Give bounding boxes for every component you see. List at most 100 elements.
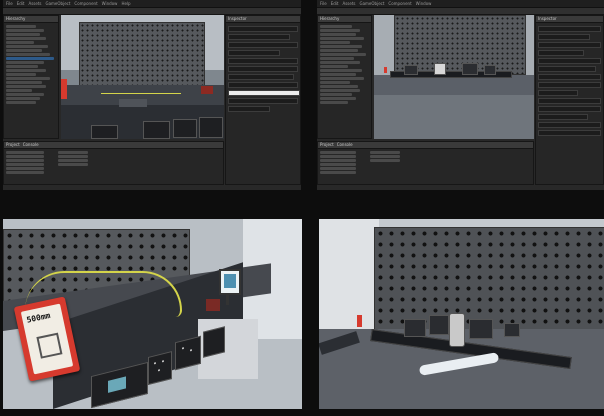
inspector-field[interactable] <box>538 26 601 32</box>
knob[interactable] <box>154 361 156 365</box>
menu-assets[interactable]: Assets <box>342 0 355 7</box>
hierarchy-tab[interactable]: Hierarchy <box>320 16 339 22</box>
red-device[interactable] <box>206 299 220 311</box>
menu-gameobject[interactable]: GameObject <box>359 0 384 7</box>
scene-viewport[interactable] <box>374 15 534 139</box>
monitor[interactable] <box>219 269 241 295</box>
knob[interactable] <box>182 346 184 350</box>
hierarchy-row[interactable] <box>6 53 50 56</box>
inspector-field[interactable] <box>538 66 596 72</box>
inspector-field[interactable] <box>538 42 601 48</box>
hierarchy-row[interactable] <box>6 29 44 32</box>
game-viewport[interactable]: 500mm <box>3 219 302 409</box>
hierarchy-row[interactable] <box>6 97 40 100</box>
inspector-field[interactable] <box>538 90 578 96</box>
hierarchy-row[interactable] <box>6 69 46 72</box>
project-file[interactable] <box>370 155 400 158</box>
menu-component[interactable]: Component <box>388 0 411 7</box>
game-view-bottom-left[interactable]: 500mm <box>3 219 302 409</box>
menu-gameobject[interactable]: GameObject <box>45 0 70 7</box>
hierarchy-row[interactable] <box>320 93 352 96</box>
inspector-field[interactable] <box>228 106 270 112</box>
menu-window[interactable]: Window <box>102 0 118 7</box>
inspector-tab[interactable]: Inspector <box>228 16 247 22</box>
knob[interactable] <box>162 360 164 363</box>
menu-edit[interactable]: Edit <box>17 0 25 7</box>
hierarchy-row[interactable] <box>6 49 42 52</box>
inspector-field[interactable] <box>538 58 601 64</box>
hierarchy-row[interactable] <box>6 61 44 64</box>
inspector-field[interactable] <box>538 106 601 112</box>
hierarchy-row[interactable] <box>6 81 42 84</box>
project-file[interactable] <box>370 151 400 154</box>
project-folder[interactable] <box>320 159 356 162</box>
project-file[interactable] <box>58 151 88 154</box>
hierarchy-row[interactable] <box>320 65 348 68</box>
project-folder[interactable] <box>320 151 356 154</box>
hierarchy-row[interactable] <box>6 65 38 68</box>
project-folder[interactable] <box>320 163 356 166</box>
optical-mount[interactable] <box>504 323 520 337</box>
project-folder[interactable] <box>320 171 356 174</box>
hierarchy-row[interactable] <box>320 81 350 84</box>
menu-help[interactable]: Help <box>121 0 130 7</box>
inspector-field[interactable] <box>538 50 584 56</box>
project-folder[interactable] <box>320 167 356 170</box>
project-folder[interactable] <box>6 167 44 170</box>
inspector-field[interactable] <box>228 58 298 64</box>
menu-assets[interactable]: Assets <box>28 0 41 7</box>
optical-mount[interactable] <box>469 319 493 339</box>
hierarchy-row[interactable] <box>320 25 352 28</box>
project-folder[interactable] <box>320 155 356 158</box>
inspector-field-highlight[interactable] <box>228 90 300 96</box>
project-folder[interactable] <box>6 171 44 174</box>
hierarchy-tab[interactable]: Hierarchy <box>6 16 25 22</box>
hierarchy-row[interactable] <box>6 85 46 88</box>
hierarchy-row[interactable] <box>6 33 40 36</box>
game-view-bottom-right[interactable] <box>319 219 604 409</box>
console-tab[interactable]: Console <box>23 142 39 148</box>
project-folder[interactable] <box>6 163 44 166</box>
hierarchy-row[interactable] <box>6 89 32 92</box>
hierarchy-row[interactable] <box>320 61 360 64</box>
project-folder[interactable] <box>6 155 44 158</box>
menu-component[interactable]: Component <box>74 0 97 7</box>
inspector-field[interactable] <box>538 130 601 136</box>
hierarchy-row[interactable] <box>6 93 44 96</box>
console-tab[interactable]: Console <box>337 142 353 148</box>
hierarchy-row[interactable] <box>320 77 364 80</box>
inspector-field[interactable] <box>228 26 298 32</box>
project-folder[interactable] <box>6 151 44 154</box>
inspector-field[interactable] <box>228 42 298 48</box>
hierarchy-row-selected[interactable] <box>6 57 54 60</box>
game-viewport[interactable] <box>319 219 604 409</box>
menu-edit[interactable]: Edit <box>331 0 339 7</box>
inspector-field[interactable] <box>538 74 601 80</box>
hierarchy-row[interactable] <box>6 77 50 80</box>
inspector-field[interactable] <box>538 82 601 88</box>
hierarchy-row[interactable] <box>320 49 358 52</box>
hierarchy-row[interactable] <box>320 57 354 60</box>
hierarchy-row[interactable] <box>320 73 356 76</box>
hierarchy-row[interactable] <box>320 69 362 72</box>
optical-mount[interactable] <box>404 319 426 337</box>
inspector-tab[interactable]: Inspector <box>538 16 557 22</box>
inspector-field[interactable] <box>228 50 280 56</box>
project-folder[interactable] <box>6 159 44 162</box>
project-file[interactable] <box>58 163 88 166</box>
project-tab[interactable]: Project <box>320 142 334 148</box>
hierarchy-row[interactable] <box>320 85 358 88</box>
instrument-panel[interactable] <box>203 326 225 358</box>
hierarchy-row[interactable] <box>320 89 360 92</box>
project-tab[interactable]: Project <box>6 142 20 148</box>
menu-file[interactable]: File <box>6 0 13 7</box>
hierarchy-row[interactable] <box>6 41 34 44</box>
inspector-field[interactable] <box>538 114 588 120</box>
project-file[interactable] <box>370 159 400 162</box>
inspector-field[interactable] <box>538 122 601 128</box>
inspector-field[interactable] <box>228 66 298 72</box>
inspector-field[interactable] <box>228 82 298 88</box>
inspector-field[interactable] <box>538 98 601 104</box>
hierarchy-row[interactable] <box>320 41 350 44</box>
instrument-panel[interactable] <box>148 351 172 385</box>
